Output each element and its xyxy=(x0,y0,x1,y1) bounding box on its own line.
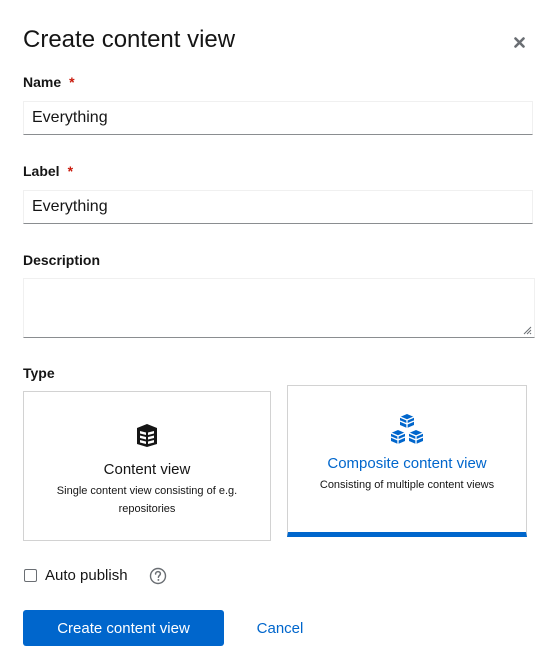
label-input[interactable] xyxy=(23,190,533,224)
tile-description: Consisting of multiple content views xyxy=(319,479,495,491)
composite-content-view-icon xyxy=(390,414,424,444)
required-marker: * xyxy=(69,74,75,90)
description-textarea[interactable] xyxy=(23,278,535,338)
label-label-text: Label xyxy=(23,163,60,179)
create-content-view-button[interactable]: Create content view xyxy=(23,610,224,646)
tile-title: Composite content view xyxy=(327,455,487,472)
resize-grip-icon[interactable] xyxy=(522,325,532,335)
name-input[interactable] xyxy=(23,101,533,135)
type-label: Type xyxy=(23,365,55,381)
tile-description: Single content view consisting of e.g. r… xyxy=(56,485,238,515)
close-button[interactable] xyxy=(510,33,528,51)
type-tile-content-view[interactable]: Content view Single content view consist… xyxy=(23,391,271,541)
name-field-label: Name * xyxy=(23,74,75,90)
content-view-icon xyxy=(137,424,157,447)
name-label-text: Name xyxy=(23,74,62,90)
tile-title: Content view xyxy=(103,461,191,478)
description-field-label: Description xyxy=(23,252,101,268)
modal-title: Create content view xyxy=(23,26,236,53)
help-icon[interactable] xyxy=(149,567,167,585)
auto-publish-label[interactable]: Auto publish xyxy=(45,567,128,584)
cancel-button[interactable]: Cancel xyxy=(244,610,316,646)
close-icon xyxy=(513,36,525,48)
required-marker: * xyxy=(67,163,74,179)
type-tile-composite-content-view[interactable]: Composite content view Consisting of mul… xyxy=(287,385,527,537)
label-field-label: Label * xyxy=(23,163,73,179)
auto-publish-checkbox[interactable] xyxy=(24,569,37,582)
